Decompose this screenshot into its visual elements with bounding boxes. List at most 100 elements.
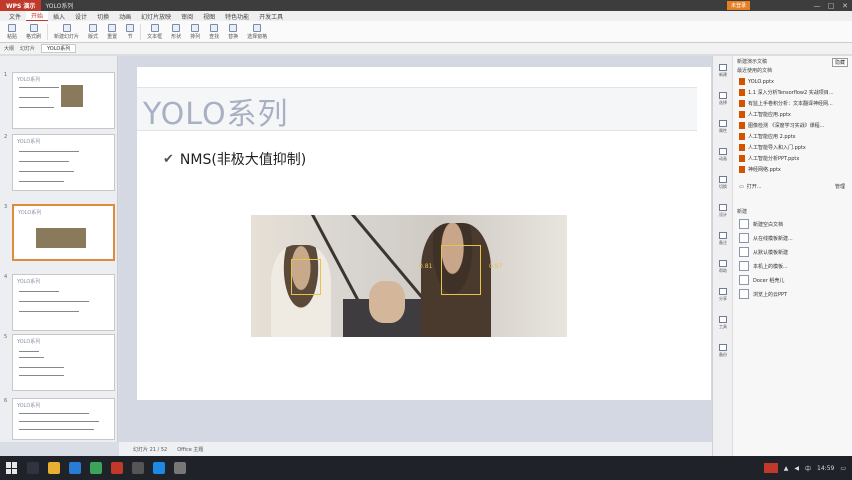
shape-icon — [172, 23, 181, 32]
recording-icon[interactable] — [763, 463, 778, 473]
format-painter-button[interactable]: 格式刷 — [23, 23, 44, 40]
input-language[interactable]: 中 — [805, 464, 811, 473]
volume-icon[interactable]: ◀ — [794, 465, 799, 472]
clock[interactable]: 14:59 — [817, 465, 834, 472]
recent-file[interactable]: 人工智能应用.pptx — [735, 109, 851, 120]
file-explorer-icon[interactable] — [48, 462, 60, 474]
thumbnail-item[interactable]: 5 YOLO系列 — [3, 334, 115, 391]
side-tools-button[interactable]: 工具 — [716, 316, 730, 330]
paste-button[interactable]: 粘贴 — [4, 23, 20, 40]
recent-file[interactable]: 1.1 深入分析Tensorflow2 实战项目... — [735, 87, 851, 98]
new-from-online-template[interactable]: 从在线模板新建... — [735, 231, 851, 245]
notification-icon[interactable]: ▭ — [840, 465, 846, 472]
close-button[interactable]: ✕ — [838, 2, 852, 10]
slide-thumbnail[interactable]: YOLO系列 — [12, 134, 115, 191]
recent-file[interactable]: 人工智能应用 2.pptx — [735, 131, 851, 142]
replace-button[interactable]: 替换 — [225, 23, 241, 40]
thumbnail-title: YOLO系列 — [17, 403, 41, 409]
app-icon[interactable] — [174, 462, 186, 474]
tab-features[interactable]: 特色功能 — [220, 12, 254, 21]
tab-design[interactable]: 设计 — [70, 12, 92, 21]
slide-thumbnail[interactable]: YOLO系列 — [12, 398, 115, 440]
thumbnail-item[interactable]: 6 YOLO系列 — [3, 398, 115, 455]
search-icon[interactable] — [27, 462, 39, 474]
tab-developer[interactable]: 开发工具 — [254, 12, 288, 21]
thumbnail-item-selected[interactable]: 3 YOLO系列 — [3, 204, 115, 261]
new-slide-button[interactable]: 新建幻灯片 — [51, 23, 82, 40]
slide-thumbnail[interactable]: YOLO系列 — [12, 72, 115, 129]
recent-file[interactable]: 人工智能导入和入门.pptx — [735, 142, 851, 153]
manage-link[interactable]: 管理 — [835, 183, 845, 190]
reset-button[interactable]: 重置 — [104, 23, 120, 40]
shape-button[interactable]: 形状 — [168, 23, 184, 40]
network-icon[interactable]: ▲ — [784, 465, 789, 472]
find-button[interactable]: 查找 — [206, 23, 222, 40]
section-button[interactable]: 节 — [123, 23, 137, 40]
side-animation-button[interactable]: 动画 — [716, 148, 730, 162]
thumbnail-text-line — [19, 151, 79, 152]
app-name[interactable]: WPS 演示 — [0, 0, 42, 11]
task-pane-content: 新建演示文稿 最近使用的文档 YOLO.pptx 1.1 深入分析Tensorf… — [735, 56, 851, 301]
docer-link[interactable]: Docer 稻壳儿 — [735, 273, 851, 287]
slide-title[interactable]: YOLO系列 — [143, 89, 289, 133]
local-templates[interactable]: 本机上的模板... — [735, 259, 851, 273]
tab-slideshow[interactable]: 幻灯片放映 — [136, 12, 176, 21]
new-from-default-template[interactable]: 从默认模板新建 — [735, 245, 851, 259]
layout-button[interactable]: 版式 — [85, 23, 101, 40]
side-backup-button[interactable]: 备份 — [716, 344, 730, 358]
side-new-button[interactable]: 新建 — [716, 64, 730, 78]
textbox-button[interactable]: 文本框 — [144, 23, 165, 40]
app-icon[interactable] — [153, 462, 165, 474]
minimize-button[interactable]: — — [810, 2, 824, 10]
recent-file[interactable]: YOLO.pptx — [735, 76, 851, 87]
side-property-button[interactable]: 属性 — [716, 120, 730, 134]
recent-file[interactable]: 有监上手卷积分析：文本翻译神经网... — [735, 98, 851, 109]
side-help-button[interactable]: 帮助 — [716, 260, 730, 274]
side-transition-button[interactable]: 切换 — [716, 176, 730, 190]
thumbnail-text-line — [19, 421, 99, 422]
maximize-button[interactable]: □ — [824, 2, 838, 10]
tab-transition[interactable]: 切换 — [92, 12, 114, 21]
recent-file[interactable]: 神经网络.pptx — [735, 164, 851, 175]
slide-canvas[interactable]: YOLO系列 ✔ NMS(非极大值抑制) 0.81 0.97 — [137, 67, 711, 400]
chat-app-icon[interactable] — [90, 462, 102, 474]
tab-insert[interactable]: 插入 — [48, 12, 70, 21]
slide-thumbnail[interactable]: YOLO系列 — [12, 334, 115, 391]
open-file-link[interactable]: ▭ 打开... 管理 — [735, 181, 851, 192]
selection-pane-button[interactable]: 选择窗格 — [244, 23, 270, 40]
windows-start-icon[interactable] — [6, 462, 18, 474]
slides-tab[interactable]: 幻灯片 — [20, 45, 35, 52]
tab-home[interactable]: 开始 — [26, 11, 49, 21]
recent-file[interactable]: 人工智能分析PPT.pptx — [735, 153, 851, 164]
browser-icon[interactable] — [69, 462, 81, 474]
brush-icon — [29, 23, 38, 32]
outline-tab[interactable]: 大纲 — [4, 45, 14, 52]
slide-thumbnail[interactable]: YOLO系列 — [12, 274, 115, 331]
side-select-button[interactable]: 选择 — [716, 92, 730, 106]
backup-icon — [719, 344, 727, 351]
detection-photo[interactable]: 0.81 0.97 — [251, 215, 567, 337]
bullet-item[interactable]: ✔ NMS(非极大值抑制) — [163, 149, 306, 169]
slide-thumbnail[interactable]: YOLO系列 — [12, 204, 115, 261]
animation-icon — [719, 148, 727, 155]
thumbnail-item[interactable]: 2 YOLO系列 — [3, 134, 115, 191]
cloud-ppt-link[interactable]: 浏览上的云PPT — [735, 287, 851, 301]
arrange-button[interactable]: 排列 — [187, 23, 203, 40]
thumbnail-item[interactable]: 4 YOLO系列 — [3, 274, 115, 331]
side-notes-button[interactable]: 备注 — [716, 232, 730, 246]
recent-file[interactable]: 图像检测 《深度学习实战》课程... — [735, 120, 851, 131]
paste-icon — [8, 23, 16, 32]
tab-animation[interactable]: 动画 — [114, 12, 136, 21]
tab-review[interactable]: 审阅 — [176, 12, 198, 21]
app-icon[interactable] — [132, 462, 144, 474]
tab-file[interactable]: 文件 — [4, 12, 26, 21]
wps-icon[interactable] — [111, 462, 123, 474]
side-design-button[interactable]: 设计 — [716, 204, 730, 218]
thumbnail-item[interactable]: 1 YOLO系列 — [3, 72, 115, 129]
side-share-button[interactable]: 分享 — [716, 288, 730, 302]
new-blank-document[interactable]: 新建空白文档 — [735, 217, 851, 231]
login-button[interactable]: 未登录 — [726, 1, 750, 10]
task-pane-hide-button[interactable]: 隐藏 — [831, 58, 848, 67]
document-tab[interactable]: YOLO系列 — [41, 44, 77, 53]
tab-view[interactable]: 视图 — [198, 12, 220, 21]
